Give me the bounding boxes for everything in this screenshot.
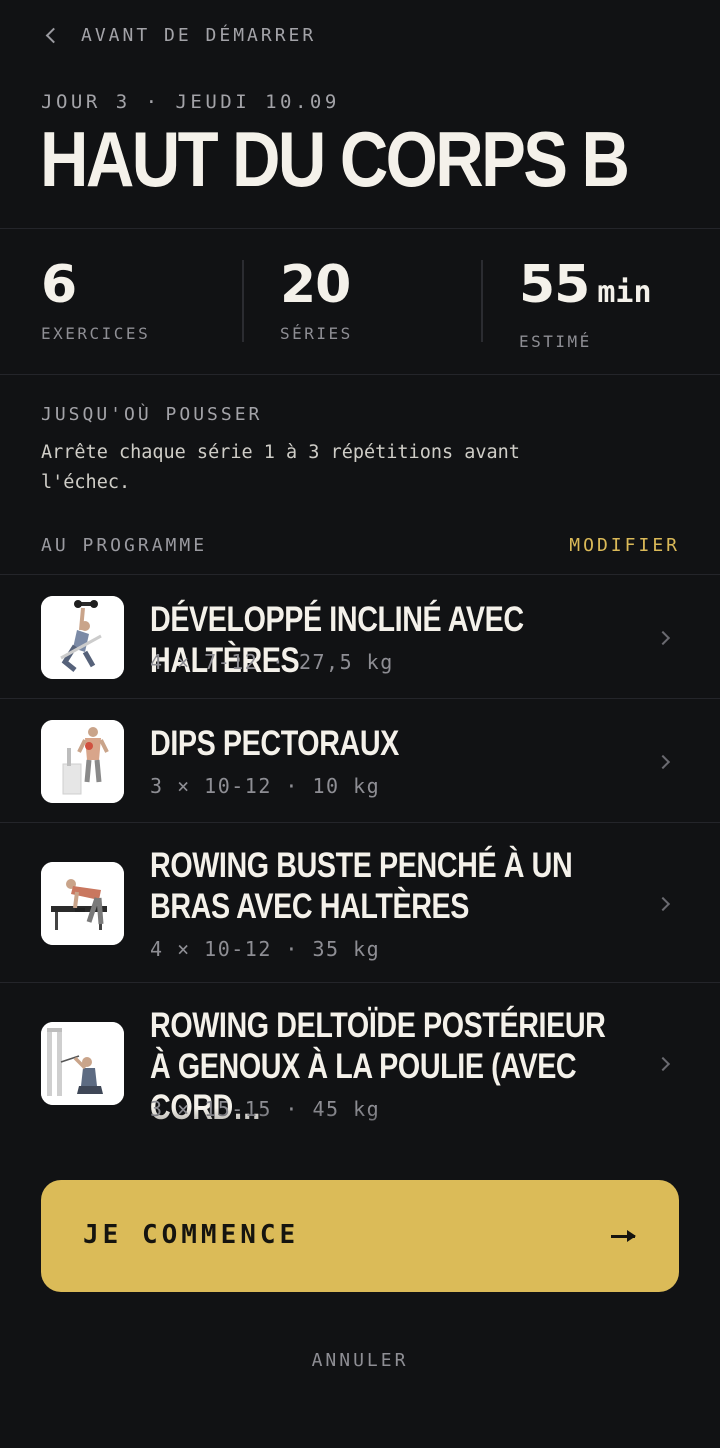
stat-exercises: 6 EXERCICES xyxy=(41,256,150,343)
stat-value: 6 xyxy=(41,255,77,315)
stat-separator xyxy=(481,260,483,342)
arrow-right-icon xyxy=(611,1230,636,1242)
page-title: HAUT DU CORPS B xyxy=(40,115,630,203)
exercise-meta: 4 × 7-12 · 27,5 kg xyxy=(150,650,394,674)
stat-unit: min xyxy=(597,275,652,310)
chevron-right-icon xyxy=(655,1056,671,1072)
exercise-meta: 3 × 10-12 · 10 kg xyxy=(150,774,381,798)
intensity-text: Arrête chaque série 1 à 3 répétitions av… xyxy=(41,442,520,493)
chevron-right-icon xyxy=(655,754,671,770)
modify-button[interactable]: MODIFIER xyxy=(569,535,680,556)
start-workout-label: JE COMMENCE xyxy=(83,1220,300,1250)
exercise-image xyxy=(41,596,124,679)
cancel-button[interactable]: ANNULER xyxy=(0,1350,720,1371)
intensity-title: JUSQU'OÙ POUSSER xyxy=(41,404,263,425)
start-workout-button[interactable]: JE COMMENCE xyxy=(41,1180,679,1292)
exercise-row[interactable]: ROWING BUSTE PENCHÉ À UN BRAS AVEC HALTÈ… xyxy=(0,822,720,983)
stat-separator xyxy=(242,260,244,342)
exercise-row[interactable]: DÉVELOPPÉ INCLINÉ AVEC HALTÈRES 4 × 7-12… xyxy=(0,574,720,699)
exercise-name: DIPS PECTORAUX xyxy=(150,724,399,763)
stat-duration: 55 min ESTIMÉ xyxy=(519,256,652,351)
back-label: AVANT DE DÉMARRER xyxy=(81,24,317,46)
program-title: AU PROGRAMME xyxy=(41,535,208,556)
session-date: JOUR 3 · JEUDI 10.09 xyxy=(41,91,340,113)
exercise-image xyxy=(41,862,124,945)
divider xyxy=(0,228,720,229)
chevron-right-icon xyxy=(655,630,671,646)
exercise-meta: 4 × 10-12 · 35 kg xyxy=(150,937,381,961)
stat-sets: 20 SÉRIES xyxy=(280,256,353,343)
chevron-right-icon xyxy=(655,896,671,912)
divider xyxy=(0,374,720,375)
stat-value: 55 xyxy=(519,255,590,315)
stat-label: SÉRIES xyxy=(280,324,353,343)
exercise-row[interactable]: DIPS PECTORAUX 3 × 10-12 · 10 kg xyxy=(0,698,720,823)
back-link[interactable]: AVANT DE DÉMARRER xyxy=(40,22,316,48)
exercise-name: ROWING BUSTE PENCHÉ À UN BRAS AVEC HALTÈ… xyxy=(150,846,573,926)
stat-label: EXERCICES xyxy=(41,324,151,343)
stat-value: 20 xyxy=(280,255,351,315)
stat-label: ESTIMÉ xyxy=(519,332,592,351)
list-fade-overlay xyxy=(0,1108,720,1188)
exercise-image xyxy=(41,720,124,803)
chevron-left-icon xyxy=(45,27,62,43)
exercise-image xyxy=(41,1022,124,1105)
